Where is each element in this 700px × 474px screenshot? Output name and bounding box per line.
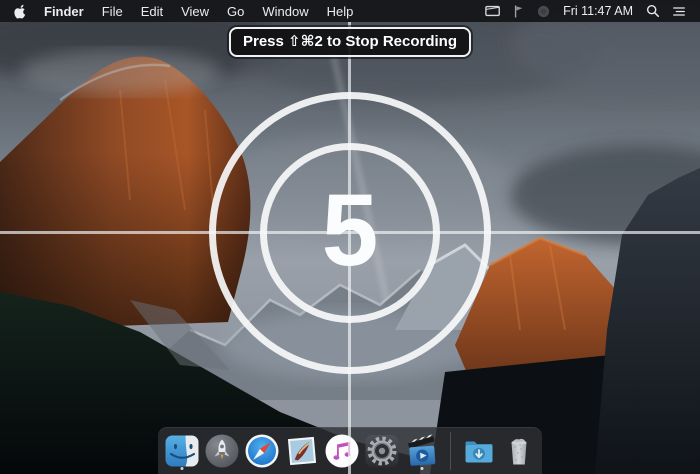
launchpad-icon — [205, 434, 238, 467]
menu-help[interactable]: Help — [318, 0, 363, 22]
menu-bar: Finder File Edit View Go Window Help Fri… — [0, 0, 700, 22]
menu-bar-status-area: Fri 11:47 AM — [479, 0, 700, 22]
menu-finder[interactable]: Finder — [35, 0, 93, 22]
dock-item-trash[interactable] — [500, 431, 538, 471]
dock-item-itunes[interactable] — [323, 431, 361, 471]
downloads-folder-icon — [465, 441, 492, 462]
running-indicator — [420, 466, 423, 470]
notification-center-icon[interactable] — [666, 0, 692, 22]
finder-icon — [165, 435, 198, 466]
menu-file[interactable]: File — [93, 0, 132, 22]
dimmed-record-icon[interactable] — [531, 0, 556, 22]
flag-icon[interactable] — [507, 0, 531, 22]
dock-item-safari[interactable] — [243, 431, 281, 471]
menu-window[interactable]: Window — [253, 0, 317, 22]
dock-item-mail[interactable] — [283, 431, 321, 471]
dock-separator — [449, 431, 451, 470]
spotlight-search-icon[interactable] — [640, 0, 666, 22]
menu-view[interactable]: View — [172, 0, 218, 22]
itunes-icon — [325, 434, 358, 467]
stop-recording-banner: Press ⇧⌘2 to Stop Recording — [228, 27, 472, 57]
desktop-screen: 5 Finder File Edit View Go Window Help F… — [0, 0, 700, 474]
safari-icon — [245, 434, 278, 467]
apple-logo-icon — [14, 4, 26, 19]
dock-item-system-preferences[interactable] — [363, 431, 401, 471]
menu-bar-clock[interactable]: Fri 11:47 AM — [556, 4, 640, 18]
trash-icon — [511, 438, 526, 464]
countdown-number: 5 — [321, 172, 379, 287]
dock-item-launchpad[interactable] — [203, 431, 241, 471]
screen-recording-icon[interactable] — [479, 0, 507, 22]
dock-item-downloads[interactable] — [460, 431, 498, 471]
clapperboard-icon — [407, 433, 435, 466]
apple-menu[interactable] — [0, 0, 35, 22]
mail-icon — [287, 436, 316, 465]
dock-item-finder[interactable] — [163, 431, 201, 471]
running-indicator — [180, 466, 183, 470]
menu-edit[interactable]: Edit — [132, 0, 172, 22]
dock-item-screenflow[interactable] — [403, 431, 441, 471]
system-preferences-gear-icon — [365, 434, 398, 467]
menu-go[interactable]: Go — [218, 0, 253, 22]
